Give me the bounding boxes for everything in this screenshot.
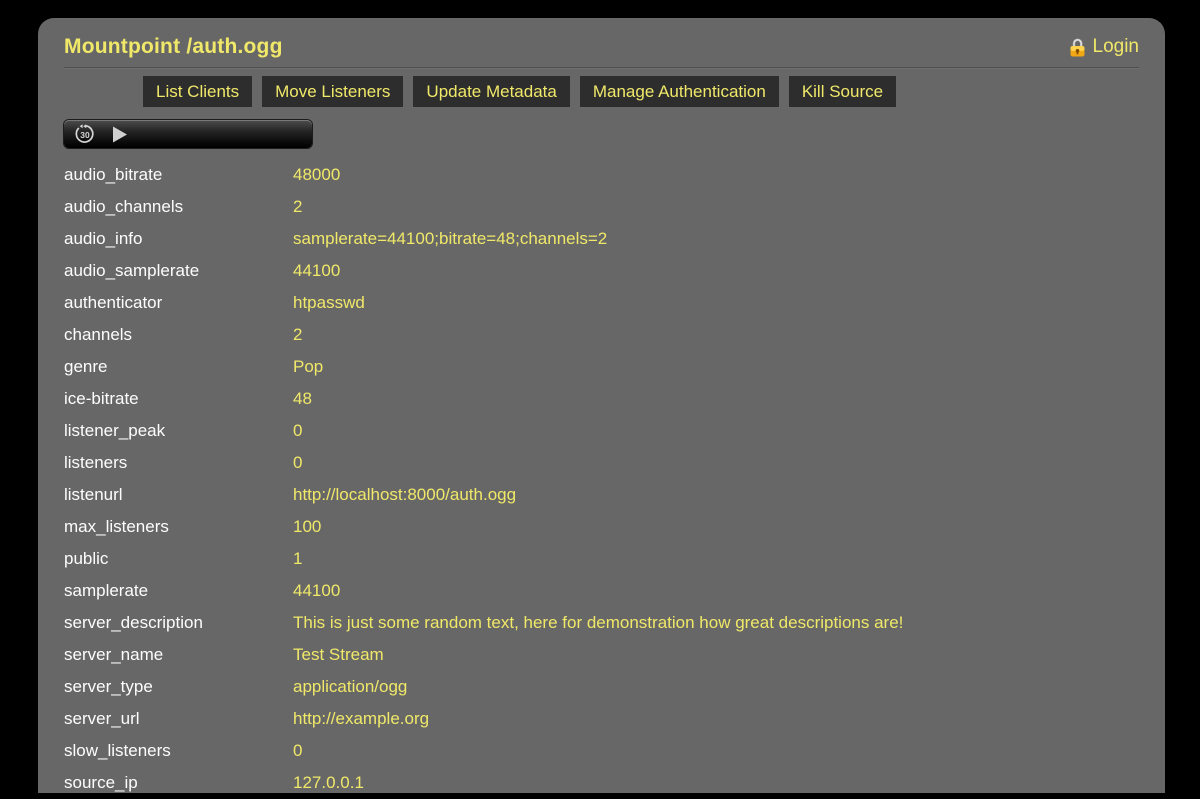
row-key: max_listeners: [64, 517, 293, 537]
row-key: slow_listeners: [64, 741, 293, 761]
lock-icon: [1069, 37, 1086, 57]
table-row: listener_peak0: [64, 415, 1139, 447]
row-key: listeners: [64, 453, 293, 473]
row-value: 48000: [293, 165, 340, 185]
table-row: samplerate44100: [64, 575, 1139, 607]
table-row: listenurlhttp://localhost:8000/auth.ogg: [64, 479, 1139, 511]
header: Mountpoint /auth.ogg Login: [64, 18, 1139, 68]
mountpoint-panel: Mountpoint /auth.ogg Login List Clients M…: [38, 18, 1165, 793]
row-value: 48: [293, 389, 312, 409]
row-key: audio_samplerate: [64, 261, 293, 281]
row-value: 2: [293, 197, 302, 217]
table-row: audio_bitrate48000: [64, 159, 1139, 191]
row-key: public: [64, 549, 293, 569]
row-value: application/ogg: [293, 677, 407, 697]
row-value: samplerate=44100;bitrate=48;channels=2: [293, 229, 607, 249]
row-key: samplerate: [64, 581, 293, 601]
row-value: http://example.org: [293, 709, 429, 729]
row-value: 44100: [293, 261, 340, 281]
nav-bar: List Clients Move Listeners Update Metadat…: [143, 76, 1139, 107]
table-row: source_ip127.0.0.1: [64, 767, 1139, 799]
login-label: Login: [1093, 36, 1140, 58]
row-key: channels: [64, 325, 293, 345]
row-key: server_url: [64, 709, 293, 729]
rewind-30-button[interactable]: 30: [74, 123, 96, 145]
row-value: 1: [293, 549, 302, 569]
row-value: Test Stream: [293, 645, 384, 665]
nav-button-kill-source[interactable]: Kill Source: [789, 76, 896, 107]
row-value: Pop: [293, 357, 323, 377]
row-value: 0: [293, 421, 302, 441]
mount-details-table: audio_bitrate48000audio_channels2audio_i…: [64, 159, 1139, 799]
table-row: audio_channels2: [64, 191, 1139, 223]
row-value: 0: [293, 453, 302, 473]
table-row: audio_samplerate44100: [64, 255, 1139, 287]
row-value: htpasswd: [293, 293, 365, 313]
row-key: source_ip: [64, 773, 293, 793]
row-key: authenticator: [64, 293, 293, 313]
row-key: server_description: [64, 613, 293, 633]
table-row: server_nameTest Stream: [64, 639, 1139, 671]
row-key: listenurl: [64, 485, 293, 505]
page-title: Mountpoint /auth.ogg: [64, 35, 283, 58]
table-row: genrePop: [64, 351, 1139, 383]
login-link[interactable]: Login: [1069, 36, 1140, 58]
table-row: listeners0: [64, 447, 1139, 479]
row-value: 0: [293, 741, 302, 761]
table-row: authenticatorhtpasswd: [64, 287, 1139, 319]
row-value: http://localhost:8000/auth.ogg: [293, 485, 516, 505]
row-value: 100: [293, 517, 321, 537]
row-key: audio_info: [64, 229, 293, 249]
nav-button-manage-authentication[interactable]: Manage Authentication: [580, 76, 779, 107]
play-button[interactable]: [112, 126, 128, 143]
table-row: server_typeapplication/ogg: [64, 671, 1139, 703]
svg-text:30: 30: [80, 130, 90, 140]
row-key: server_type: [64, 677, 293, 697]
table-row: max_listeners100: [64, 511, 1139, 543]
table-row: ice-bitrate48: [64, 383, 1139, 415]
table-row: server_descriptionThis is just some rand…: [64, 607, 1139, 639]
row-key: audio_bitrate: [64, 165, 293, 185]
table-row: audio_infosamplerate=44100;bitrate=48;ch…: [64, 223, 1139, 255]
row-value: This is just some random text, here for …: [293, 613, 903, 633]
row-key: genre: [64, 357, 293, 377]
row-value: 44100: [293, 581, 340, 601]
nav-button-update-metadata[interactable]: Update Metadata: [413, 76, 569, 107]
row-value: 2: [293, 325, 302, 345]
nav-button-move-listeners[interactable]: Move Listeners: [262, 76, 403, 107]
row-key: ice-bitrate: [64, 389, 293, 409]
row-key: listener_peak: [64, 421, 293, 441]
row-key: server_name: [64, 645, 293, 665]
table-row: slow_listeners0: [64, 735, 1139, 767]
table-row: public1: [64, 543, 1139, 575]
table-row: server_urlhttp://example.org: [64, 703, 1139, 735]
row-key: audio_channels: [64, 197, 293, 217]
audio-player[interactable]: 30: [64, 120, 312, 148]
nav-button-list-clients[interactable]: List Clients: [143, 76, 252, 107]
table-row: channels2: [64, 319, 1139, 351]
row-value: 127.0.0.1: [293, 773, 364, 793]
